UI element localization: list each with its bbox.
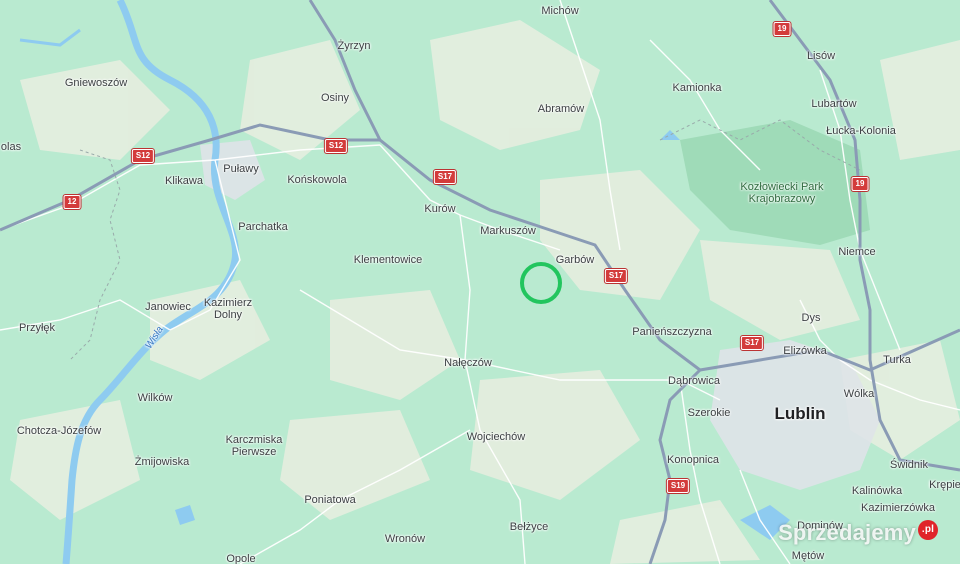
place-belzyce: Bełżyce <box>509 521 549 533</box>
place-wolka: Wólka <box>843 388 875 400</box>
place-panienszczyzna: Panieńszczyzna <box>632 326 712 338</box>
place-osiny: Osiny <box>320 92 350 104</box>
place-turka: Turka <box>883 354 911 366</box>
watermark-text: Sprzedajemy <box>778 520 916 545</box>
road-shield-s19: S19 <box>666 479 690 493</box>
map-base-layer <box>0 0 960 564</box>
place-zyrzyn: Żyrzyn <box>337 40 371 52</box>
place-parchatka: Parchatka <box>238 221 288 233</box>
watermark-badge: .pl <box>918 520 938 540</box>
place-konopnica: Konopnica <box>667 454 719 466</box>
place-naleczow: Nałęczów <box>444 357 492 369</box>
watermark-logo: Sprzedajemy .pl <box>778 520 938 546</box>
place-olas: olas <box>0 141 22 153</box>
place-lublin: Lublin <box>774 404 826 423</box>
place-kozlowiecki-park: Kozłowiecki Park Krajobrazowy <box>740 181 824 205</box>
place-klementowice: Klementowice <box>353 254 423 266</box>
place-janowiec: Janowiec <box>145 301 191 313</box>
place-klikawa: Klikawa <box>165 175 203 187</box>
place-przylek: Przyłęk <box>18 322 56 334</box>
place-abramow: Abramów <box>537 103 585 115</box>
road-shield-s17: S17 <box>433 170 457 184</box>
place-lisow: Lisów <box>806 50 836 62</box>
place-konskowola: Końskowola <box>287 174 347 186</box>
place-elizowka: Elizówka <box>783 345 827 357</box>
location-circle-marker[interactable] <box>520 262 562 304</box>
place-kalinowka: Kalinówka <box>851 485 903 497</box>
place-michow: Michów <box>541 5 579 17</box>
place-opole: Opole <box>226 553 256 564</box>
place-gniewoszow: Gniewoszów <box>64 77 128 89</box>
place-szerokie: Szerokie <box>687 407 731 419</box>
place-kazimierz-dolny: Kazimierz Dolny <box>203 297 253 321</box>
place-krepiec: Krępie <box>929 479 960 491</box>
place-lubartow: Lubartów <box>811 98 857 110</box>
place-poniatowa: Poniatowa <box>304 494 356 506</box>
place-dys: Dys <box>801 312 821 324</box>
place-lucka-kolonia: Łucka-Kolonia <box>826 125 896 137</box>
road-shield-19: 19 <box>773 22 791 36</box>
place-dabrowica: Dąbrowica <box>668 375 720 387</box>
place-chotcza-jozefow: Chotcza-Józefów <box>16 425 102 437</box>
road-shield-s17: S17 <box>740 336 764 350</box>
place-kurow: Kurów <box>424 203 456 215</box>
map-view[interactable]: Michów Żyrzyn Lisów Gniewoszów Kamionka … <box>0 0 960 564</box>
place-kazimierzowka: Kazimierzówka <box>861 502 935 514</box>
place-garbow: Garbów <box>555 254 595 266</box>
place-karczmiska-pierwsze: Karczmiska Pierwsze <box>225 434 283 458</box>
place-kamionka: Kamionka <box>672 82 722 94</box>
place-niemce: Niemce <box>838 246 876 258</box>
place-markuszow: Markuszów <box>480 225 536 237</box>
place-wojciechow: Wojciechów <box>466 431 526 443</box>
place-wilkow: Wilków <box>137 392 173 404</box>
road-shield-12: 12 <box>63 195 81 209</box>
place-swidnik: Świdnik <box>890 459 928 471</box>
place-wronow: Wronów <box>384 533 426 545</box>
road-shield-s12: S12 <box>324 139 348 153</box>
place-pulawy: Puławy <box>223 163 259 175</box>
place-zmijowiska: Żmijowiska <box>134 456 190 468</box>
road-shield-s12: S12 <box>131 149 155 163</box>
place-metow: Mętów <box>791 550 825 562</box>
road-shield-s17: S17 <box>604 269 628 283</box>
road-shield-19: 19 <box>851 177 869 191</box>
